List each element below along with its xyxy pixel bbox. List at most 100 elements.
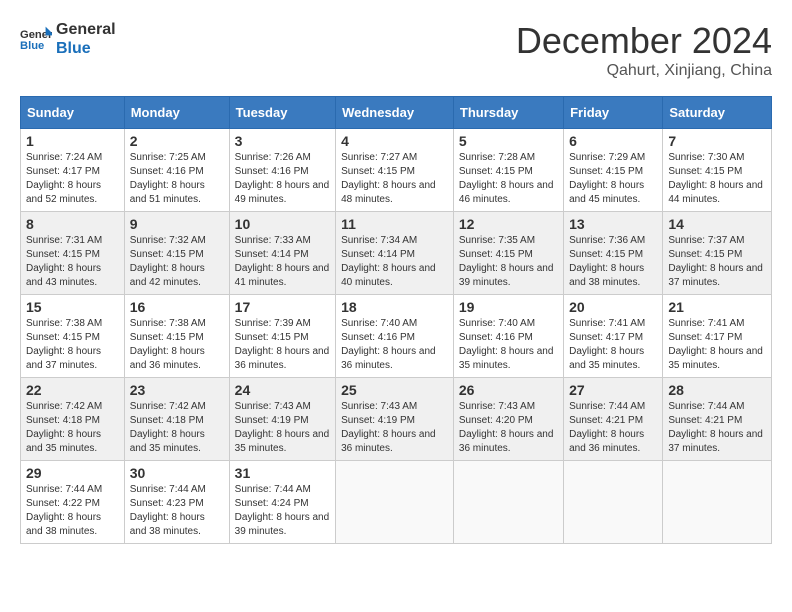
day-number: 7 bbox=[668, 133, 766, 149]
title-block: December 2024 Qahurt, Xinjiang, China bbox=[516, 20, 772, 80]
day-cell: 27 Sunrise: 7:44 AM Sunset: 4:21 PM Dayl… bbox=[564, 378, 663, 461]
day-number: 31 bbox=[235, 465, 330, 481]
day-number: 14 bbox=[668, 216, 766, 232]
day-number: 10 bbox=[235, 216, 330, 232]
day-number: 29 bbox=[26, 465, 119, 481]
day-info: Sunrise: 7:43 AM Sunset: 4:19 PM Dayligh… bbox=[235, 400, 330, 456]
day-cell: 20 Sunrise: 7:41 AM Sunset: 4:17 PM Dayl… bbox=[564, 295, 663, 378]
day-number: 21 bbox=[668, 299, 766, 315]
day-cell: 31 Sunrise: 7:44 AM Sunset: 4:24 PM Dayl… bbox=[229, 461, 335, 544]
day-cell: 3 Sunrise: 7:26 AM Sunset: 4:16 PM Dayli… bbox=[229, 129, 335, 212]
day-info: Sunrise: 7:44 AM Sunset: 4:21 PM Dayligh… bbox=[569, 400, 657, 456]
day-number: 13 bbox=[569, 216, 657, 232]
day-cell: 19 Sunrise: 7:40 AM Sunset: 4:16 PM Dayl… bbox=[453, 295, 563, 378]
week-row-5: 29 Sunrise: 7:44 AM Sunset: 4:22 PM Dayl… bbox=[21, 461, 772, 544]
day-number: 16 bbox=[130, 299, 224, 315]
day-number: 30 bbox=[130, 465, 224, 481]
header-thursday: Thursday bbox=[453, 97, 563, 129]
day-number: 9 bbox=[130, 216, 224, 232]
week-row-2: 8 Sunrise: 7:31 AM Sunset: 4:15 PM Dayli… bbox=[21, 212, 772, 295]
day-info: Sunrise: 7:40 AM Sunset: 4:16 PM Dayligh… bbox=[341, 317, 448, 373]
day-number: 25 bbox=[341, 382, 448, 398]
day-cell: 13 Sunrise: 7:36 AM Sunset: 4:15 PM Dayl… bbox=[564, 212, 663, 295]
day-info: Sunrise: 7:30 AM Sunset: 4:15 PM Dayligh… bbox=[668, 151, 766, 207]
day-info: Sunrise: 7:33 AM Sunset: 4:14 PM Dayligh… bbox=[235, 234, 330, 290]
day-info: Sunrise: 7:38 AM Sunset: 4:15 PM Dayligh… bbox=[26, 317, 119, 373]
day-cell: 15 Sunrise: 7:38 AM Sunset: 4:15 PM Dayl… bbox=[21, 295, 125, 378]
day-cell: 22 Sunrise: 7:42 AM Sunset: 4:18 PM Dayl… bbox=[21, 378, 125, 461]
day-info: Sunrise: 7:43 AM Sunset: 4:20 PM Dayligh… bbox=[459, 400, 558, 456]
day-number: 23 bbox=[130, 382, 224, 398]
header-tuesday: Tuesday bbox=[229, 97, 335, 129]
day-cell: 7 Sunrise: 7:30 AM Sunset: 4:15 PM Dayli… bbox=[663, 129, 772, 212]
day-info: Sunrise: 7:25 AM Sunset: 4:16 PM Dayligh… bbox=[130, 151, 224, 207]
day-cell: 18 Sunrise: 7:40 AM Sunset: 4:16 PM Dayl… bbox=[336, 295, 454, 378]
day-cell: 11 Sunrise: 7:34 AM Sunset: 4:14 PM Dayl… bbox=[336, 212, 454, 295]
day-cell: 17 Sunrise: 7:39 AM Sunset: 4:15 PM Dayl… bbox=[229, 295, 335, 378]
day-number: 3 bbox=[235, 133, 330, 149]
week-row-4: 22 Sunrise: 7:42 AM Sunset: 4:18 PM Dayl… bbox=[21, 378, 772, 461]
day-number: 28 bbox=[668, 382, 766, 398]
day-cell: 26 Sunrise: 7:43 AM Sunset: 4:20 PM Dayl… bbox=[453, 378, 563, 461]
day-info: Sunrise: 7:28 AM Sunset: 4:15 PM Dayligh… bbox=[459, 151, 558, 207]
month-title: December 2024 bbox=[516, 20, 772, 62]
day-number: 26 bbox=[459, 382, 558, 398]
day-info: Sunrise: 7:41 AM Sunset: 4:17 PM Dayligh… bbox=[569, 317, 657, 373]
day-number: 12 bbox=[459, 216, 558, 232]
day-info: Sunrise: 7:44 AM Sunset: 4:22 PM Dayligh… bbox=[26, 483, 119, 539]
calendar-table: SundayMondayTuesdayWednesdayThursdayFrid… bbox=[20, 96, 772, 544]
day-info: Sunrise: 7:43 AM Sunset: 4:19 PM Dayligh… bbox=[341, 400, 448, 456]
day-cell bbox=[564, 461, 663, 544]
day-cell: 8 Sunrise: 7:31 AM Sunset: 4:15 PM Dayli… bbox=[21, 212, 125, 295]
location: Qahurt, Xinjiang, China bbox=[516, 62, 772, 80]
day-info: Sunrise: 7:37 AM Sunset: 4:15 PM Dayligh… bbox=[668, 234, 766, 290]
day-info: Sunrise: 7:39 AM Sunset: 4:15 PM Dayligh… bbox=[235, 317, 330, 373]
day-cell: 28 Sunrise: 7:44 AM Sunset: 4:21 PM Dayl… bbox=[663, 378, 772, 461]
header-saturday: Saturday bbox=[663, 97, 772, 129]
day-number: 4 bbox=[341, 133, 448, 149]
day-number: 2 bbox=[130, 133, 224, 149]
week-row-1: 1 Sunrise: 7:24 AM Sunset: 4:17 PM Dayli… bbox=[21, 129, 772, 212]
day-cell: 30 Sunrise: 7:44 AM Sunset: 4:23 PM Dayl… bbox=[124, 461, 229, 544]
logo-general: General bbox=[56, 20, 116, 39]
day-cell bbox=[453, 461, 563, 544]
day-cell: 5 Sunrise: 7:28 AM Sunset: 4:15 PM Dayli… bbox=[453, 129, 563, 212]
logo-icon: General Blue bbox=[20, 25, 52, 53]
day-info: Sunrise: 7:27 AM Sunset: 4:15 PM Dayligh… bbox=[341, 151, 448, 207]
day-cell bbox=[336, 461, 454, 544]
day-info: Sunrise: 7:44 AM Sunset: 4:24 PM Dayligh… bbox=[235, 483, 330, 539]
day-cell: 4 Sunrise: 7:27 AM Sunset: 4:15 PM Dayli… bbox=[336, 129, 454, 212]
svg-text:Blue: Blue bbox=[20, 40, 44, 52]
day-info: Sunrise: 7:38 AM Sunset: 4:15 PM Dayligh… bbox=[130, 317, 224, 373]
day-info: Sunrise: 7:35 AM Sunset: 4:15 PM Dayligh… bbox=[459, 234, 558, 290]
day-number: 18 bbox=[341, 299, 448, 315]
day-cell: 6 Sunrise: 7:29 AM Sunset: 4:15 PM Dayli… bbox=[564, 129, 663, 212]
day-number: 22 bbox=[26, 382, 119, 398]
day-number: 27 bbox=[569, 382, 657, 398]
day-number: 17 bbox=[235, 299, 330, 315]
day-cell: 29 Sunrise: 7:44 AM Sunset: 4:22 PM Dayl… bbox=[21, 461, 125, 544]
day-cell: 14 Sunrise: 7:37 AM Sunset: 4:15 PM Dayl… bbox=[663, 212, 772, 295]
day-cell: 21 Sunrise: 7:41 AM Sunset: 4:17 PM Dayl… bbox=[663, 295, 772, 378]
day-cell: 10 Sunrise: 7:33 AM Sunset: 4:14 PM Dayl… bbox=[229, 212, 335, 295]
header-wednesday: Wednesday bbox=[336, 97, 454, 129]
day-info: Sunrise: 7:40 AM Sunset: 4:16 PM Dayligh… bbox=[459, 317, 558, 373]
logo: General Blue General Blue bbox=[20, 20, 116, 58]
day-number: 5 bbox=[459, 133, 558, 149]
header-sunday: Sunday bbox=[21, 97, 125, 129]
day-number: 24 bbox=[235, 382, 330, 398]
day-info: Sunrise: 7:24 AM Sunset: 4:17 PM Dayligh… bbox=[26, 151, 119, 207]
day-info: Sunrise: 7:41 AM Sunset: 4:17 PM Dayligh… bbox=[668, 317, 766, 373]
day-info: Sunrise: 7:36 AM Sunset: 4:15 PM Dayligh… bbox=[569, 234, 657, 290]
day-info: Sunrise: 7:44 AM Sunset: 4:23 PM Dayligh… bbox=[130, 483, 224, 539]
day-cell bbox=[663, 461, 772, 544]
day-cell: 12 Sunrise: 7:35 AM Sunset: 4:15 PM Dayl… bbox=[453, 212, 563, 295]
day-number: 11 bbox=[341, 216, 448, 232]
day-info: Sunrise: 7:42 AM Sunset: 4:18 PM Dayligh… bbox=[130, 400, 224, 456]
day-cell: 9 Sunrise: 7:32 AM Sunset: 4:15 PM Dayli… bbox=[124, 212, 229, 295]
day-info: Sunrise: 7:26 AM Sunset: 4:16 PM Dayligh… bbox=[235, 151, 330, 207]
day-number: 6 bbox=[569, 133, 657, 149]
day-info: Sunrise: 7:42 AM Sunset: 4:18 PM Dayligh… bbox=[26, 400, 119, 456]
day-number: 8 bbox=[26, 216, 119, 232]
day-number: 19 bbox=[459, 299, 558, 315]
